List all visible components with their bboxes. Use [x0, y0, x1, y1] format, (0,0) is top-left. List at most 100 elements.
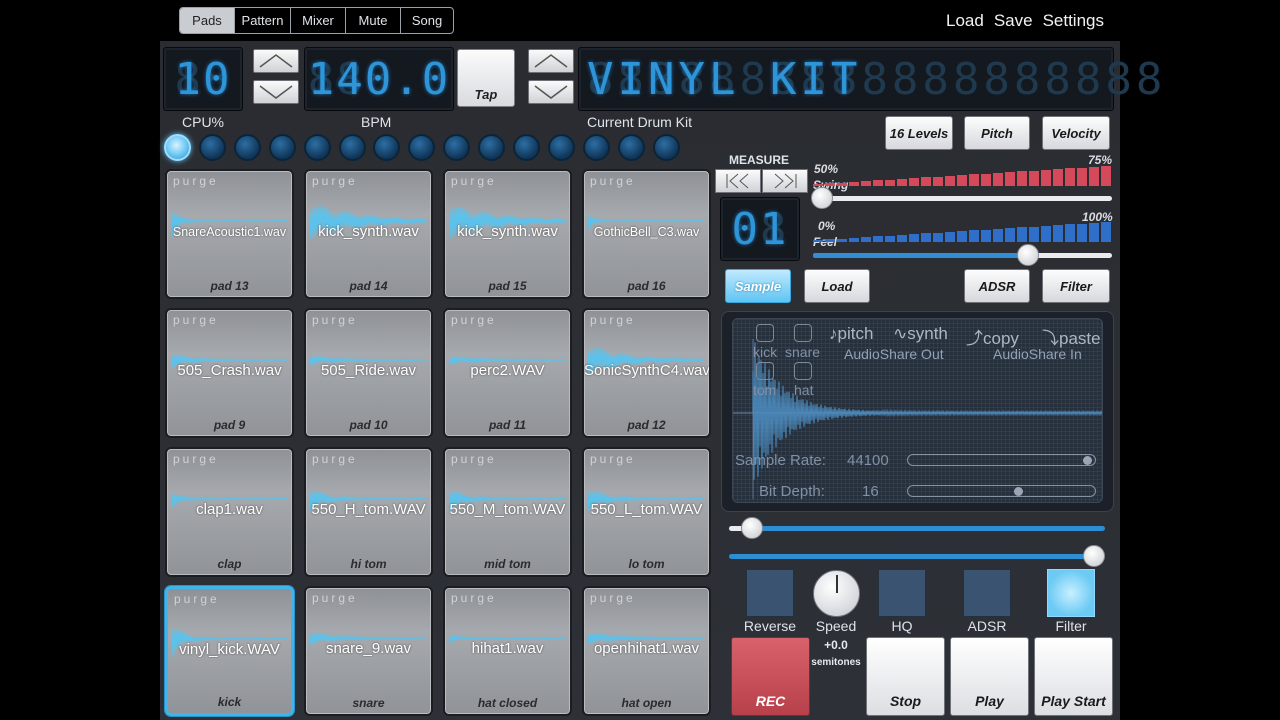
step-led[interactable]	[443, 134, 471, 161]
drum-pad[interactable]: purge 550_H_tom.WAV hi tom	[304, 447, 433, 577]
drum-pad[interactable]: purge GothicBell_C3.wav pad 16	[582, 169, 711, 299]
tab-mute[interactable]: Mute	[345, 8, 400, 33]
assign-hat-checkbox[interactable]	[794, 362, 812, 380]
kit-down-button[interactable]	[528, 80, 574, 104]
sample-end-knob[interactable]	[1083, 545, 1105, 567]
bit-depth-slider[interactable]	[907, 485, 1096, 497]
hq-toggle[interactable]	[878, 569, 926, 617]
purge-label[interactable]: purge	[173, 313, 219, 327]
purge-label[interactable]: purge	[312, 591, 358, 605]
synth-tool[interactable]: ∿synth	[893, 324, 948, 344]
sample-button[interactable]: Sample	[725, 269, 791, 303]
sample-rate-slider[interactable]	[907, 454, 1096, 466]
bpm-up-button[interactable]	[253, 49, 299, 73]
assign-tom-checkbox[interactable]	[756, 362, 774, 380]
purge-label[interactable]: purge	[312, 174, 358, 188]
swing-knob[interactable]	[811, 187, 833, 209]
drum-pad[interactable]: purge kick_synth.wav pad 14	[304, 169, 433, 299]
step-led[interactable]	[268, 134, 296, 161]
purge-label[interactable]: purge	[590, 591, 636, 605]
stop-button[interactable]: Stop	[866, 637, 945, 716]
record-button[interactable]: REC	[731, 637, 810, 716]
purge-label[interactable]: purge	[451, 313, 497, 327]
purge-label[interactable]: purge	[312, 313, 358, 327]
purge-label[interactable]: purge	[590, 313, 636, 327]
drum-pad[interactable]: purge SnareAcoustic1.wav pad 13	[165, 169, 294, 299]
feel-bar	[981, 229, 991, 242]
swing-bar	[1041, 169, 1051, 186]
drum-pad[interactable]: purge openhihat1.wav hat open	[582, 586, 711, 716]
drum-pad[interactable]: purge snare_9.wav snare	[304, 586, 433, 716]
drum-pad[interactable]: purge 505_Crash.wav pad 9	[165, 308, 294, 438]
bit-depth-knob[interactable]	[1014, 487, 1023, 496]
step-led[interactable]	[303, 134, 331, 161]
copy-arrow-icon: ⤴	[966, 329, 983, 348]
drum-pad[interactable]: purge clap1.wav clap	[165, 447, 294, 577]
step-led[interactable]	[198, 134, 226, 161]
sample-start-track[interactable]	[729, 526, 1105, 531]
swing-track[interactable]	[820, 196, 1112, 201]
drum-pad[interactable]: purge 550_L_tom.WAV lo tom	[582, 447, 711, 577]
step-led[interactable]	[338, 134, 366, 161]
step-led[interactable]	[582, 134, 610, 161]
purge-label[interactable]: purge	[451, 452, 497, 466]
settings-menu-button[interactable]: Settings	[1043, 11, 1104, 31]
step-led[interactable]	[478, 134, 506, 161]
save-menu-button[interactable]: Save	[994, 11, 1033, 31]
reverse-toggle[interactable]	[746, 569, 794, 617]
velocity-mode-button[interactable]: Velocity	[1042, 116, 1110, 150]
measure-prev-button[interactable]	[715, 169, 761, 193]
speed-knob[interactable]	[813, 570, 860, 617]
purge-label[interactable]: purge	[174, 592, 220, 606]
play-button[interactable]: Play	[950, 637, 1029, 716]
step-led[interactable]	[547, 134, 575, 161]
step-led[interactable]	[513, 134, 540, 161]
drum-pad[interactable]: purge vinyl_kick.WAV kick	[165, 586, 294, 716]
pitch-mode-button[interactable]: Pitch	[964, 116, 1030, 150]
purge-label[interactable]: purge	[173, 452, 219, 466]
measure-next-button[interactable]	[762, 169, 808, 193]
step-led[interactable]	[617, 134, 645, 161]
purge-label[interactable]: purge	[451, 174, 497, 188]
step-led[interactable]	[233, 134, 261, 161]
tap-tempo-button[interactable]: Tap	[457, 49, 515, 107]
drum-pad[interactable]: purge perc2.WAV pad 11	[443, 308, 572, 438]
drum-pad[interactable]: purge 550_M_tom.WAV mid tom	[443, 447, 572, 577]
tab-song[interactable]: Song	[400, 8, 453, 33]
pitch-tool[interactable]: ♪pitch	[829, 324, 873, 344]
adsr-toggle[interactable]	[963, 569, 1011, 617]
step-led[interactable]	[652, 134, 680, 161]
load-menu-button[interactable]: Load	[946, 11, 984, 31]
assign-snare-checkbox[interactable]	[794, 324, 812, 342]
skip-forward-icon	[774, 173, 797, 189]
load-sample-button[interactable]: Load	[804, 269, 870, 303]
purge-label[interactable]: purge	[173, 174, 219, 188]
kit-up-button[interactable]	[528, 49, 574, 73]
measure-value: 01	[731, 203, 789, 255]
audioshare-out-button[interactable]: AudioShare Out	[844, 346, 944, 362]
drum-pad[interactable]: purge kick_synth.wav pad 15	[443, 169, 572, 299]
audioshare-in-button[interactable]: AudioShare In	[993, 346, 1082, 362]
sample-end-track[interactable]	[729, 554, 1105, 559]
drum-pad[interactable]: purge SonicSynthC4.wav pad 12	[582, 308, 711, 438]
step-led[interactable]	[164, 134, 191, 161]
filter-button[interactable]: Filter	[1042, 269, 1110, 303]
sample-start-knob[interactable]	[740, 517, 763, 539]
assign-kick-checkbox[interactable]	[756, 324, 774, 342]
play-start-button[interactable]: Play Start	[1034, 637, 1113, 716]
sample-rate-knob[interactable]	[1083, 456, 1092, 465]
adsr-button[interactable]: ADSR	[964, 269, 1030, 303]
tab-pads[interactable]: Pads	[180, 8, 234, 33]
purge-label[interactable]: purge	[590, 174, 636, 188]
sixteen-levels-button[interactable]: 16 Levels	[885, 116, 953, 150]
purge-label[interactable]: purge	[451, 591, 497, 605]
purge-label[interactable]: purge	[590, 452, 636, 466]
filter-toggle[interactable]	[1047, 569, 1095, 617]
swing-bar	[873, 180, 883, 186]
tab-pattern[interactable]: Pattern	[234, 8, 290, 33]
tab-mixer[interactable]: Mixer	[290, 8, 345, 33]
drum-pad[interactable]: purge hihat1.wav hat closed	[443, 586, 572, 716]
bpm-down-button[interactable]	[253, 80, 299, 104]
purge-label[interactable]: purge	[312, 452, 358, 466]
drum-pad[interactable]: purge 505_Ride.wav pad 10	[304, 308, 433, 438]
